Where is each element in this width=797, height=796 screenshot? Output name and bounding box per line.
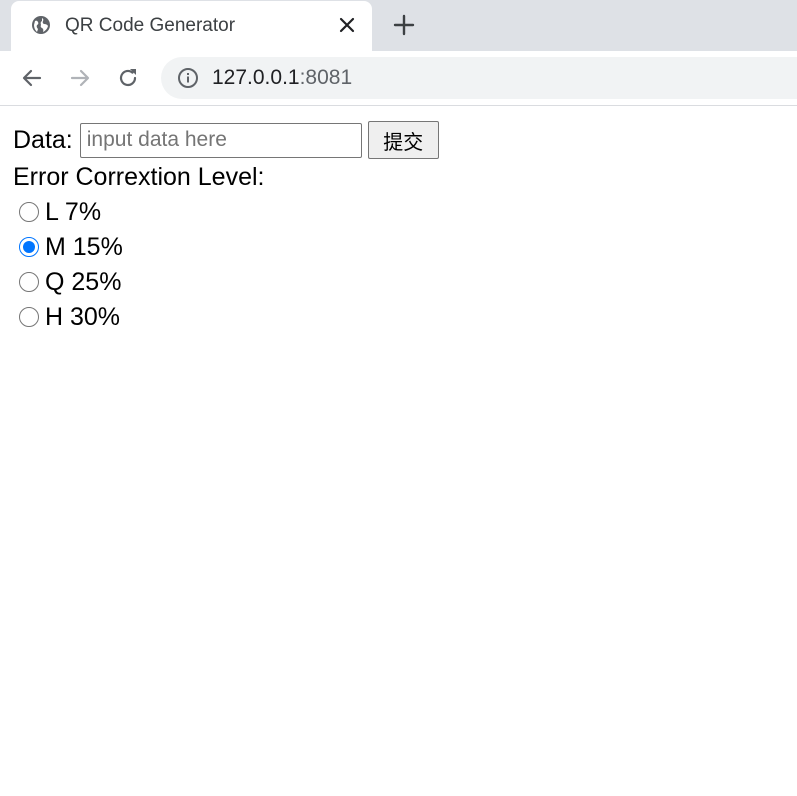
url-text: 127.0.0.1:8081 (212, 67, 352, 89)
radio-option-l[interactable]: L 7% (18, 195, 101, 229)
radio-h[interactable] (19, 307, 39, 327)
submit-button[interactable]: 提交 (367, 121, 439, 159)
browser-toolbar: 127.0.0.1:8081 (0, 51, 797, 106)
tab-strip: QR Code Generator (0, 0, 797, 51)
radio-label-h: H 30% (45, 302, 121, 331)
info-icon[interactable] (177, 67, 199, 89)
reload-icon[interactable] (116, 66, 140, 90)
radio-label-m: M 15% (45, 232, 123, 261)
radio-m[interactable] (19, 237, 39, 257)
globe-icon (31, 15, 51, 35)
tab-title: QR Code Generator (65, 15, 236, 36)
url-host: 127.0.0.1 (212, 66, 300, 89)
browser-window: QR Code Generator 127.0.0.1:8081 Data: i… (0, 0, 797, 796)
radio-option-q[interactable]: Q 25% (18, 265, 121, 299)
error-correction-label: Error Corrextion Level: (13, 163, 265, 191)
data-label: Data: (13, 125, 73, 154)
data-input[interactable] (79, 122, 362, 158)
radio-label-l: L 7% (45, 197, 102, 226)
address-bar[interactable]: 127.0.0.1:8081 (161, 57, 797, 99)
radio-label-q: Q 25% (45, 267, 122, 296)
url-port: :8081 (299, 66, 353, 89)
radio-option-h[interactable]: H 30% (18, 300, 120, 334)
back-arrow-icon[interactable] (20, 66, 44, 90)
plus-icon[interactable] (392, 13, 416, 37)
close-icon[interactable] (337, 15, 357, 35)
radio-l[interactable] (19, 202, 39, 222)
radio-option-m[interactable]: M 15% (18, 230, 123, 264)
tab-qr-code-generator[interactable]: QR Code Generator (11, 1, 372, 51)
forward-arrow-icon[interactable] (68, 66, 92, 90)
page-content: Data: 提交 Error Corrextion Level: L 7% M … (0, 106, 797, 796)
radio-q[interactable] (19, 272, 39, 292)
data-row: Data: 提交 (13, 121, 439, 159)
